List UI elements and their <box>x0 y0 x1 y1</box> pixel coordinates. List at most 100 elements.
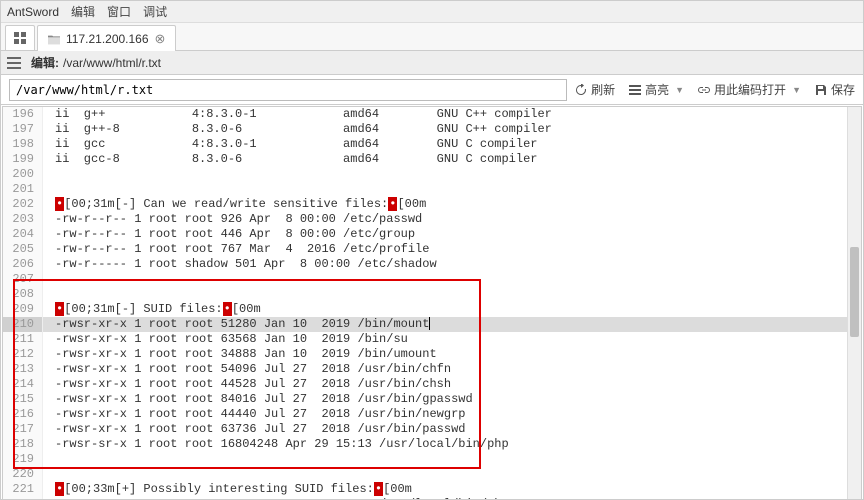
editor-line[interactable]: 203-rw-r--r-- 1 root root 926 Apr 8 00:0… <box>3 212 861 227</box>
line-content: ii gcc 4:8.3.0-1 amd64 GNU C compiler <box>43 137 537 152</box>
line-number: 215 <box>3 392 43 407</box>
refresh-button[interactable]: 刷新 <box>575 81 615 98</box>
line-number: 220 <box>3 467 43 482</box>
line-content: •[00;31m[-] Can we read/write sensitive … <box>43 197 426 212</box>
editor-line[interactable]: 214-rwsr-xr-x 1 root root 44528 Jul 27 2… <box>3 377 861 392</box>
line-number: 203 <box>3 212 43 227</box>
editor-line[interactable]: 209•[00;31m[-] SUID files:•[00m <box>3 302 861 317</box>
editor-line[interactable]: 217-rwsr-xr-x 1 root root 63736 Jul 27 2… <box>3 422 861 437</box>
editor-line[interactable]: 221•[00;33m[+] Possibly interesting SUID… <box>3 482 861 497</box>
editor-line[interactable]: 216-rwsr-xr-x 1 root root 44440 Jul 27 2… <box>3 407 861 422</box>
hamburger-icon[interactable] <box>7 57 21 69</box>
chevron-down-icon: ▼ <box>792 85 801 95</box>
menu-edit[interactable]: 编辑 <box>71 3 95 20</box>
editor-line[interactable]: 210-rwsr-xr-x 1 root root 51280 Jan 10 2… <box>3 317 861 332</box>
line-content <box>43 182 55 197</box>
line-content: -rwsr-xr-x 1 root root 34888 Jan 10 2019… <box>43 347 437 362</box>
tabbar: 117.21.200.166 ⊗ <box>1 23 863 51</box>
line-number: 219 <box>3 452 43 467</box>
line-number: 216 <box>3 407 43 422</box>
editor-line[interactable]: 200 <box>3 167 861 182</box>
close-icon[interactable]: ⊗ <box>155 32 166 45</box>
line-content: -rwsr-xr-x 1 root root 63568 Jan 10 2019… <box>43 332 408 347</box>
scrollbar-vertical[interactable] <box>847 107 861 499</box>
folder-icon <box>48 33 60 45</box>
list-icon <box>629 84 641 96</box>
editor[interactable]: 196ii g++ 4:8.3.0-1 amd64 GNU C++ compil… <box>2 106 862 500</box>
editor-line[interactable]: 199ii gcc-8 8.3.0-6 amd64 GNU C compiler <box>3 152 861 167</box>
line-content: •[00;33m[+] Possibly interesting SUID fi… <box>43 482 412 497</box>
line-number: 214 <box>3 377 43 392</box>
save-button[interactable]: 保存 <box>815 81 855 98</box>
line-content <box>43 467 55 482</box>
line-content: ii g++ 4:8.3.0-1 amd64 GNU C++ compiler <box>43 107 552 122</box>
line-number: 197 <box>3 122 43 137</box>
line-content: •[00;31m[-] SUID files:•[00m <box>43 302 261 317</box>
line-content <box>43 167 55 182</box>
edit-prefix: 编辑: <box>31 54 59 71</box>
line-number: 204 <box>3 227 43 242</box>
line-content: -rwsr-xr-x 1 root root 44528 Jul 27 2018… <box>43 377 451 392</box>
editor-line[interactable]: 213-rwsr-xr-x 1 root root 54096 Jul 27 2… <box>3 362 861 377</box>
line-content: -rw-r--r-- 1 root root 926 Apr 8 00:00 /… <box>43 212 422 227</box>
editor-line[interactable]: 196ii g++ 4:8.3.0-1 amd64 GNU C++ compil… <box>3 107 861 122</box>
grid-icon <box>14 32 26 44</box>
editor-line[interactable]: 219 <box>3 452 861 467</box>
menu-debug[interactable]: 调试 <box>143 3 167 20</box>
secondary-bar: 编辑: /var/www/html/r.txt <box>1 51 863 75</box>
line-number: 205 <box>3 242 43 257</box>
editor-line[interactable]: 218-rwsr-sr-x 1 root root 16804248 Apr 2… <box>3 437 861 452</box>
editor-line[interactable]: 201 <box>3 182 861 197</box>
line-number: 212 <box>3 347 43 362</box>
line-number: 198 <box>3 137 43 152</box>
line-content: -rwsr-sr-x 1 root root 16804248 Apr 29 1… <box>43 437 509 452</box>
editor-line[interactable]: 205-rw-r--r-- 1 root root 767 Mar 4 2016… <box>3 242 861 257</box>
editor-line[interactable]: 197ii g++-8 8.3.0-6 amd64 GNU C++ compil… <box>3 122 861 137</box>
line-content <box>43 272 55 287</box>
line-content <box>43 287 55 302</box>
line-content: ii g++-8 8.3.0-6 amd64 GNU C++ compiler <box>43 122 552 137</box>
editor-line[interactable]: 211-rwsr-xr-x 1 root root 63568 Jan 10 2… <box>3 332 861 347</box>
line-number: 218 <box>3 437 43 452</box>
editor-line[interactable]: 198ii gcc 4:8.3.0-1 amd64 GNU C compiler <box>3 137 861 152</box>
tab-host[interactable]: 117.21.200.166 ⊗ <box>37 25 176 51</box>
editor-line[interactable]: 206-rw-r----- 1 root shadow 501 Apr 8 00… <box>3 257 861 272</box>
refresh-icon <box>575 84 587 96</box>
app-title: AntSword <box>7 5 59 19</box>
line-number: 201 <box>3 182 43 197</box>
link-icon <box>698 84 710 96</box>
editor-line[interactable]: 207 <box>3 272 861 287</box>
path-input[interactable] <box>9 79 567 101</box>
menu-window[interactable]: 窗口 <box>107 3 131 20</box>
line-number: 202 <box>3 197 43 212</box>
encoding-button[interactable]: 用此编码打开 ▼ <box>698 81 801 98</box>
editor-line[interactable]: 212-rwsr-xr-x 1 root root 34888 Jan 10 2… <box>3 347 861 362</box>
line-content: -rw-r--r-- 1 root root 767 Mar 4 2016 /e… <box>43 242 429 257</box>
editor-line[interactable]: 204-rw-r--r-- 1 root root 446 Apr 8 00:0… <box>3 227 861 242</box>
chevron-down-icon: ▼ <box>675 85 684 95</box>
line-number: 211 <box>3 332 43 347</box>
editor-line[interactable]: 220 <box>3 467 861 482</box>
toolbar-actions: 刷新 高亮 ▼ 用此编码打开 ▼ 保存 <box>575 81 855 98</box>
line-content <box>43 452 55 467</box>
home-tab[interactable] <box>5 25 35 50</box>
line-number: 221 <box>3 482 43 497</box>
line-content: -rwsr-xr-x 1 root root 84016 Jul 27 2018… <box>43 392 473 407</box>
line-number: 207 <box>3 272 43 287</box>
save-icon <box>815 84 827 96</box>
line-content: -rw-r--r-- 1 root root 446 Apr 8 00:00 /… <box>43 227 415 242</box>
line-content: -rwsr-xr-x 1 root root 54096 Jul 27 2018… <box>43 362 451 377</box>
edit-path: /var/www/html/r.txt <box>63 56 161 70</box>
line-number: 199 <box>3 152 43 167</box>
scrollbar-thumb[interactable] <box>850 247 859 337</box>
menubar: AntSword 编辑 窗口 调试 <box>1 1 863 23</box>
editor-line[interactable]: 202•[00;31m[-] Can we read/write sensiti… <box>3 197 861 212</box>
highlight-button[interactable]: 高亮 ▼ <box>629 81 684 98</box>
editor-line[interactable]: 215-rwsr-xr-x 1 root root 84016 Jul 27 2… <box>3 392 861 407</box>
editor-line[interactable]: 208 <box>3 287 861 302</box>
line-number: 200 <box>3 167 43 182</box>
line-content: ii gcc-8 8.3.0-6 amd64 GNU C compiler <box>43 152 537 167</box>
line-content: -rwsr-xr-x 1 root root 63736 Jul 27 2018… <box>43 422 465 437</box>
toolbar: 刷新 高亮 ▼ 用此编码打开 ▼ 保存 <box>1 75 863 105</box>
line-number: 196 <box>3 107 43 122</box>
